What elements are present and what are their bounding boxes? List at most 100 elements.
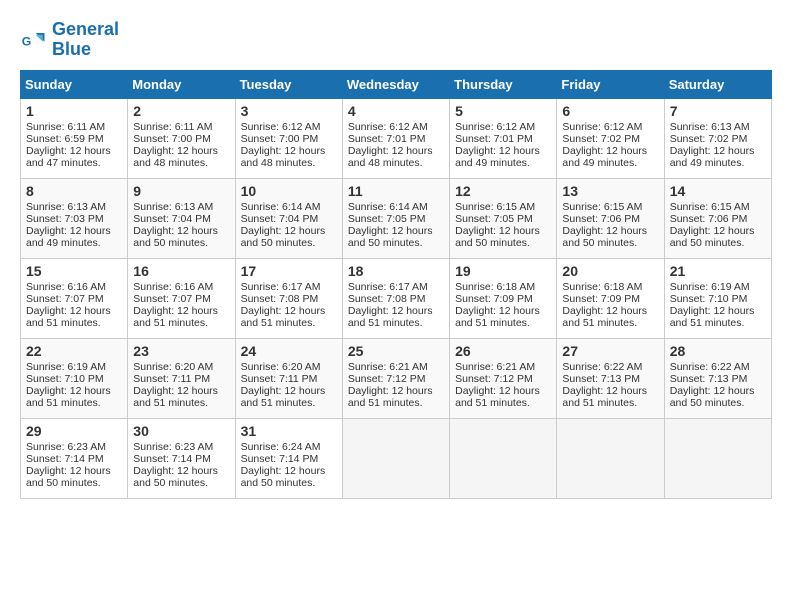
daylight: Daylight: 12 hours and 48 minutes. [241, 145, 326, 169]
daylight: Daylight: 12 hours and 50 minutes. [455, 225, 540, 249]
calendar-cell: 12Sunrise: 6:15 AMSunset: 7:05 PMDayligh… [450, 178, 557, 258]
calendar-header: SundayMondayTuesdayWednesdayThursdayFrid… [21, 70, 772, 98]
sunrise: Sunrise: 6:15 AM [455, 201, 535, 213]
daylight: Daylight: 12 hours and 50 minutes. [562, 225, 647, 249]
calendar-cell: 8Sunrise: 6:13 AMSunset: 7:03 PMDaylight… [21, 178, 128, 258]
header-day: Thursday [450, 70, 557, 98]
calendar-cell: 20 Sunrise: 6:18 AMSunset: 7:09 PMDayligh… [557, 258, 664, 338]
calendar-cell: 22Sunrise: 6:19 AMSunset: 7:10 PMDayligh… [21, 338, 128, 418]
day-number: 21 [670, 263, 766, 279]
sunset: Sunset: 7:11 PM [133, 373, 210, 385]
day-number: 1 [26, 103, 122, 119]
calendar-cell: 19Sunrise: 6:18 AMSunset: 7:09 PMDayligh… [450, 258, 557, 338]
sunset: Sunset: 7:06 PM [562, 213, 640, 225]
sunset: Sunset: 7:08 PM [241, 293, 319, 305]
sunset: Sunset: 7:14 PM [241, 453, 319, 465]
sunset: Sunset: 7:11 PM [241, 373, 318, 385]
day-number: 22 [26, 343, 122, 359]
sunset: Sunset: 7:12 PM [348, 373, 426, 385]
calendar-cell: 15Sunrise: 6:16 AMSunset: 7:07 PMDayligh… [21, 258, 128, 338]
daylight: Daylight: 12 hours and 51 minutes. [26, 385, 111, 409]
daylight: Daylight: 12 hours and 48 minutes. [348, 145, 433, 169]
calendar-cell: 14Sunrise: 6:15 AMSunset: 7:06 PMDayligh… [664, 178, 771, 258]
daylight: Daylight: 12 hours and 51 minutes. [241, 305, 326, 329]
calendar-cell: 28Sunrise: 6:22 AMSunset: 7:13 PMDayligh… [664, 338, 771, 418]
day-number: 16 [133, 263, 229, 279]
logo-icon: G [20, 26, 48, 54]
calendar-cell: 16Sunrise: 6:16 AMSunset: 7:07 PMDayligh… [128, 258, 235, 338]
sunrise: Sunrise: 6:11 AM [26, 121, 105, 133]
calendar-week: 29Sunrise: 6:23 AMSunset: 7:14 PMDayligh… [21, 418, 772, 498]
calendar-cell: 18Sunrise: 6:17 AMSunset: 7:08 PMDayligh… [342, 258, 449, 338]
calendar-cell: 30Sunrise: 6:23 AMSunset: 7:14 PMDayligh… [128, 418, 235, 498]
day-number: 17 [241, 263, 337, 279]
header-row: SundayMondayTuesdayWednesdayThursdayFrid… [21, 70, 772, 98]
header-day: Wednesday [342, 70, 449, 98]
day-number: 31 [241, 423, 337, 439]
sunrise: Sunrise: 6:20 AM [241, 361, 321, 373]
daylight: Daylight: 12 hours and 49 minutes. [562, 145, 647, 169]
daylight: Daylight: 12 hours and 49 minutes. [670, 145, 755, 169]
sunrise: Sunrise: 6:19 AM [670, 281, 750, 293]
day-number: 6 [562, 103, 658, 119]
sunrise: Sunrise: 6:14 AM [348, 201, 428, 213]
sunset: Sunset: 7:01 PM [455, 133, 533, 145]
daylight: Daylight: 12 hours and 51 minutes. [562, 385, 647, 409]
sunrise: Sunrise: 6:15 AM [670, 201, 750, 213]
calendar-cell [664, 418, 771, 498]
calendar-cell: 3Sunrise: 6:12 AMSunset: 7:00 PMDaylight… [235, 98, 342, 178]
sunset: Sunset: 7:14 PM [133, 453, 211, 465]
sunset: Sunset: 7:09 PM [562, 293, 640, 305]
daylight: Daylight: 12 hours and 51 minutes. [133, 385, 218, 409]
day-number: 20 [562, 263, 658, 279]
sunrise: Sunrise: 6:15 AM [562, 201, 642, 213]
calendar-cell: 10Sunrise: 6:14 AMSunset: 7:04 PMDayligh… [235, 178, 342, 258]
sunset: Sunset: 7:07 PM [26, 293, 104, 305]
sunrise: Sunrise: 6:18 AM [455, 281, 535, 293]
calendar-cell: 23Sunrise: 6:20 AMSunset: 7:11 PMDayligh… [128, 338, 235, 418]
sunrise: Sunrise: 6:18 AM [562, 281, 642, 293]
day-number: 2 [133, 103, 229, 119]
daylight: Daylight: 12 hours and 50 minutes. [133, 225, 218, 249]
daylight: Daylight: 12 hours and 50 minutes. [241, 465, 326, 489]
calendar-cell [557, 418, 664, 498]
calendar-cell: 6Sunrise: 6:12 AMSunset: 7:02 PMDaylight… [557, 98, 664, 178]
sunrise: Sunrise: 6:21 AM [348, 361, 428, 373]
sunrise: Sunrise: 6:20 AM [133, 361, 213, 373]
sunrise: Sunrise: 6:17 AM [241, 281, 321, 293]
sunrise: Sunrise: 6:23 AM [133, 441, 213, 453]
sunset: Sunset: 7:06 PM [670, 213, 748, 225]
calendar-cell [450, 418, 557, 498]
calendar-cell: 1Sunrise: 6:11 AMSunset: 6:59 PMDaylight… [21, 98, 128, 178]
daylight: Daylight: 12 hours and 51 minutes. [562, 305, 647, 329]
calendar-week: 22Sunrise: 6:19 AMSunset: 7:10 PMDayligh… [21, 338, 772, 418]
sunset: Sunset: 7:05 PM [455, 213, 533, 225]
sunset: Sunset: 7:12 PM [455, 373, 533, 385]
sunset: Sunset: 7:13 PM [670, 373, 748, 385]
calendar-cell [342, 418, 449, 498]
day-number: 19 [455, 263, 551, 279]
sunrise: Sunrise: 6:24 AM [241, 441, 321, 453]
sunset: Sunset: 7:10 PM [26, 373, 104, 385]
sunrise: Sunrise: 6:11 AM [133, 121, 212, 133]
sunset: Sunset: 7:02 PM [562, 133, 640, 145]
daylight: Daylight: 12 hours and 50 minutes. [26, 465, 111, 489]
sunrise: Sunrise: 6:16 AM [133, 281, 213, 293]
calendar-cell: 13Sunrise: 6:15 AMSunset: 7:06 PMDayligh… [557, 178, 664, 258]
header-day: Monday [128, 70, 235, 98]
sunset: Sunset: 7:03 PM [26, 213, 104, 225]
daylight: Daylight: 12 hours and 48 minutes. [133, 145, 218, 169]
sunset: Sunset: 7:01 PM [348, 133, 426, 145]
sunrise: Sunrise: 6:14 AM [241, 201, 321, 213]
daylight: Daylight: 12 hours and 51 minutes. [348, 385, 433, 409]
page-header: G General Blue [20, 20, 772, 60]
day-number: 27 [562, 343, 658, 359]
day-number: 4 [348, 103, 444, 119]
daylight: Daylight: 12 hours and 51 minutes. [670, 305, 755, 329]
day-number: 3 [241, 103, 337, 119]
logo-text: General Blue [52, 20, 119, 60]
sunset: Sunset: 7:05 PM [348, 213, 426, 225]
calendar-cell: 24Sunrise: 6:20 AMSunset: 7:11 PMDayligh… [235, 338, 342, 418]
day-number: 25 [348, 343, 444, 359]
calendar-week: 1Sunrise: 6:11 AMSunset: 6:59 PMDaylight… [21, 98, 772, 178]
